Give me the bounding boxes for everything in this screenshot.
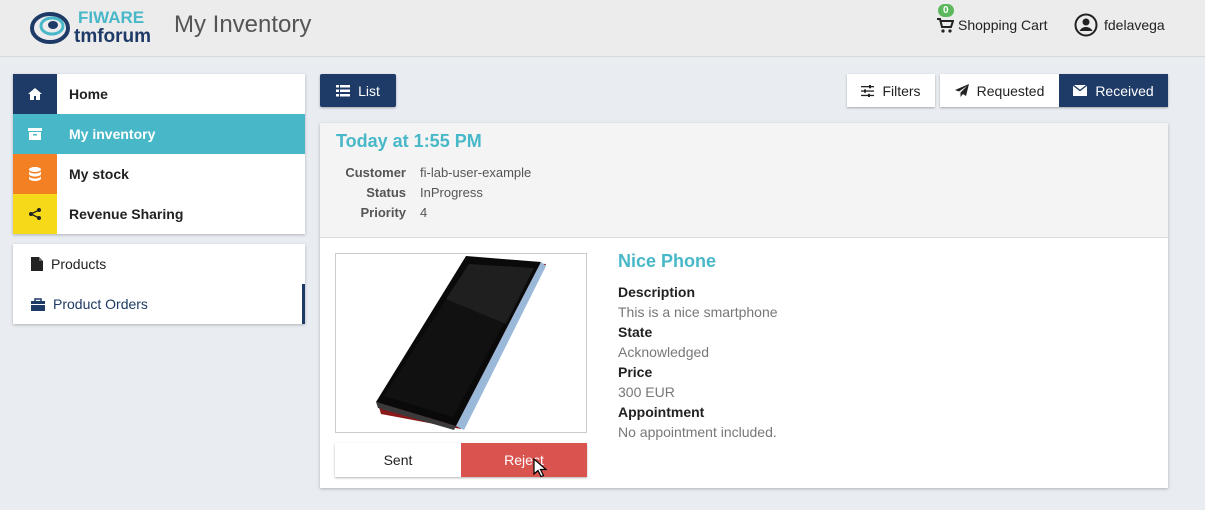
meta-key: Customer <box>345 164 406 180</box>
list-view-button[interactable]: List <box>320 74 396 107</box>
nav-my-stock[interactable]: My stock <box>13 154 305 194</box>
shopping-cart-link[interactable]: 0 Shopping Cart <box>936 4 1048 34</box>
order-actions: Sent Reject <box>335 443 587 478</box>
meta-priority: Priority 4 <box>336 202 1152 222</box>
nav-my-inventory[interactable]: My inventory <box>13 114 305 154</box>
sent-button[interactable]: Sent <box>335 443 461 477</box>
cart-label: Shopping Cart <box>958 17 1048 33</box>
nav-revenue-sharing-label: Revenue Sharing <box>69 206 184 222</box>
sent-button-label: Sent <box>383 452 413 468</box>
meta-customer: Customer fi-lab-user-example <box>336 162 1152 182</box>
share-icon <box>13 194 57 234</box>
product-image[interactable] <box>335 253 587 433</box>
app-title: My Inventory <box>174 11 312 38</box>
detail-value: Acknowledged <box>618 344 710 360</box>
received-tab[interactable]: Received <box>1059 74 1168 107</box>
fiware-tmforum-logo[interactable]: FIWARE tmforum <box>28 6 168 47</box>
subnav-product-orders-label: Product Orders <box>53 296 148 312</box>
nav-revenue-sharing[interactable]: Revenue Sharing <box>13 194 305 234</box>
order-date[interactable]: Today at 1:55 PM <box>336 131 1152 152</box>
user-menu[interactable]: fdelavega <box>1074 13 1165 37</box>
user-circle-icon <box>1074 13 1098 37</box>
username: fdelavega <box>1104 17 1165 33</box>
nav-home[interactable]: Home <box>13 74 305 114</box>
archive-icon <box>13 114 57 154</box>
envelope-icon <box>1073 85 1088 96</box>
order-meta: Customer fi-lab-user-example Status InPr… <box>336 162 1152 222</box>
logo-text-bottom: tmforum <box>74 26 151 46</box>
detail-value: This is a nice smartphone <box>618 304 778 320</box>
sliders-icon <box>861 84 875 97</box>
order-card: Today at 1:55 PM Customer fi-lab-user-ex… <box>320 123 1168 488</box>
paper-plane-icon <box>954 84 969 97</box>
meta-value: InProgress <box>420 184 483 200</box>
logo-text-top: FIWARE <box>78 8 144 27</box>
detail-value: No appointment included. <box>618 424 777 440</box>
requested-tab-label: Requested <box>976 82 1045 99</box>
file-icon <box>31 257 43 271</box>
list-button-label: List <box>358 82 380 99</box>
order-direction-toggle: Requested Received <box>940 74 1168 107</box>
product-details: Nice Phone Description This is a nice sm… <box>618 251 778 442</box>
detail-key: Price <box>618 364 653 380</box>
cart-count-badge: 0 <box>938 4 954 17</box>
meta-status: Status InProgress <box>336 182 1152 202</box>
requested-tab[interactable]: Requested <box>940 74 1059 107</box>
meta-key: Status <box>366 184 406 200</box>
subnav-products-label: Products <box>51 256 107 272</box>
detail-key: Appointment <box>618 404 705 420</box>
briefcase-icon <box>31 297 45 311</box>
meta-value: 4 <box>420 204 428 220</box>
list-icon <box>336 84 351 96</box>
received-tab-label: Received <box>1095 82 1154 99</box>
home-icon <box>13 74 57 114</box>
product-name[interactable]: Nice Phone <box>618 251 778 272</box>
meta-value: fi-lab-user-example <box>420 164 532 180</box>
nav-home-label: Home <box>69 86 108 102</box>
detail-key: State <box>618 324 653 340</box>
mouse-pointer-icon <box>533 458 547 478</box>
main-nav: Home My inventory My stock Revenue Shari… <box>13 74 305 234</box>
database-icon <box>13 154 57 194</box>
detail-key: Description <box>618 284 696 300</box>
subnav-product-orders[interactable]: Product Orders <box>13 284 305 324</box>
subnav-products[interactable]: Products <box>13 244 305 284</box>
nav-my-stock-label: My stock <box>69 166 129 182</box>
top-header: FIWARE tmforum My Inventory 0 Shopping C… <box>0 0 1205 57</box>
filters-button[interactable]: Filters <box>847 74 935 107</box>
cart-icon: 0 <box>936 4 955 34</box>
reject-button[interactable]: Reject <box>461 443 587 478</box>
nav-my-inventory-label: My inventory <box>69 126 156 142</box>
detail-value: 300 EUR <box>618 384 675 400</box>
order-header: Today at 1:55 PM Customer fi-lab-user-ex… <box>320 123 1168 238</box>
filters-button-label: Filters <box>882 82 921 99</box>
sub-nav: Products Product Orders <box>13 244 305 324</box>
meta-key: Priority <box>360 204 406 220</box>
